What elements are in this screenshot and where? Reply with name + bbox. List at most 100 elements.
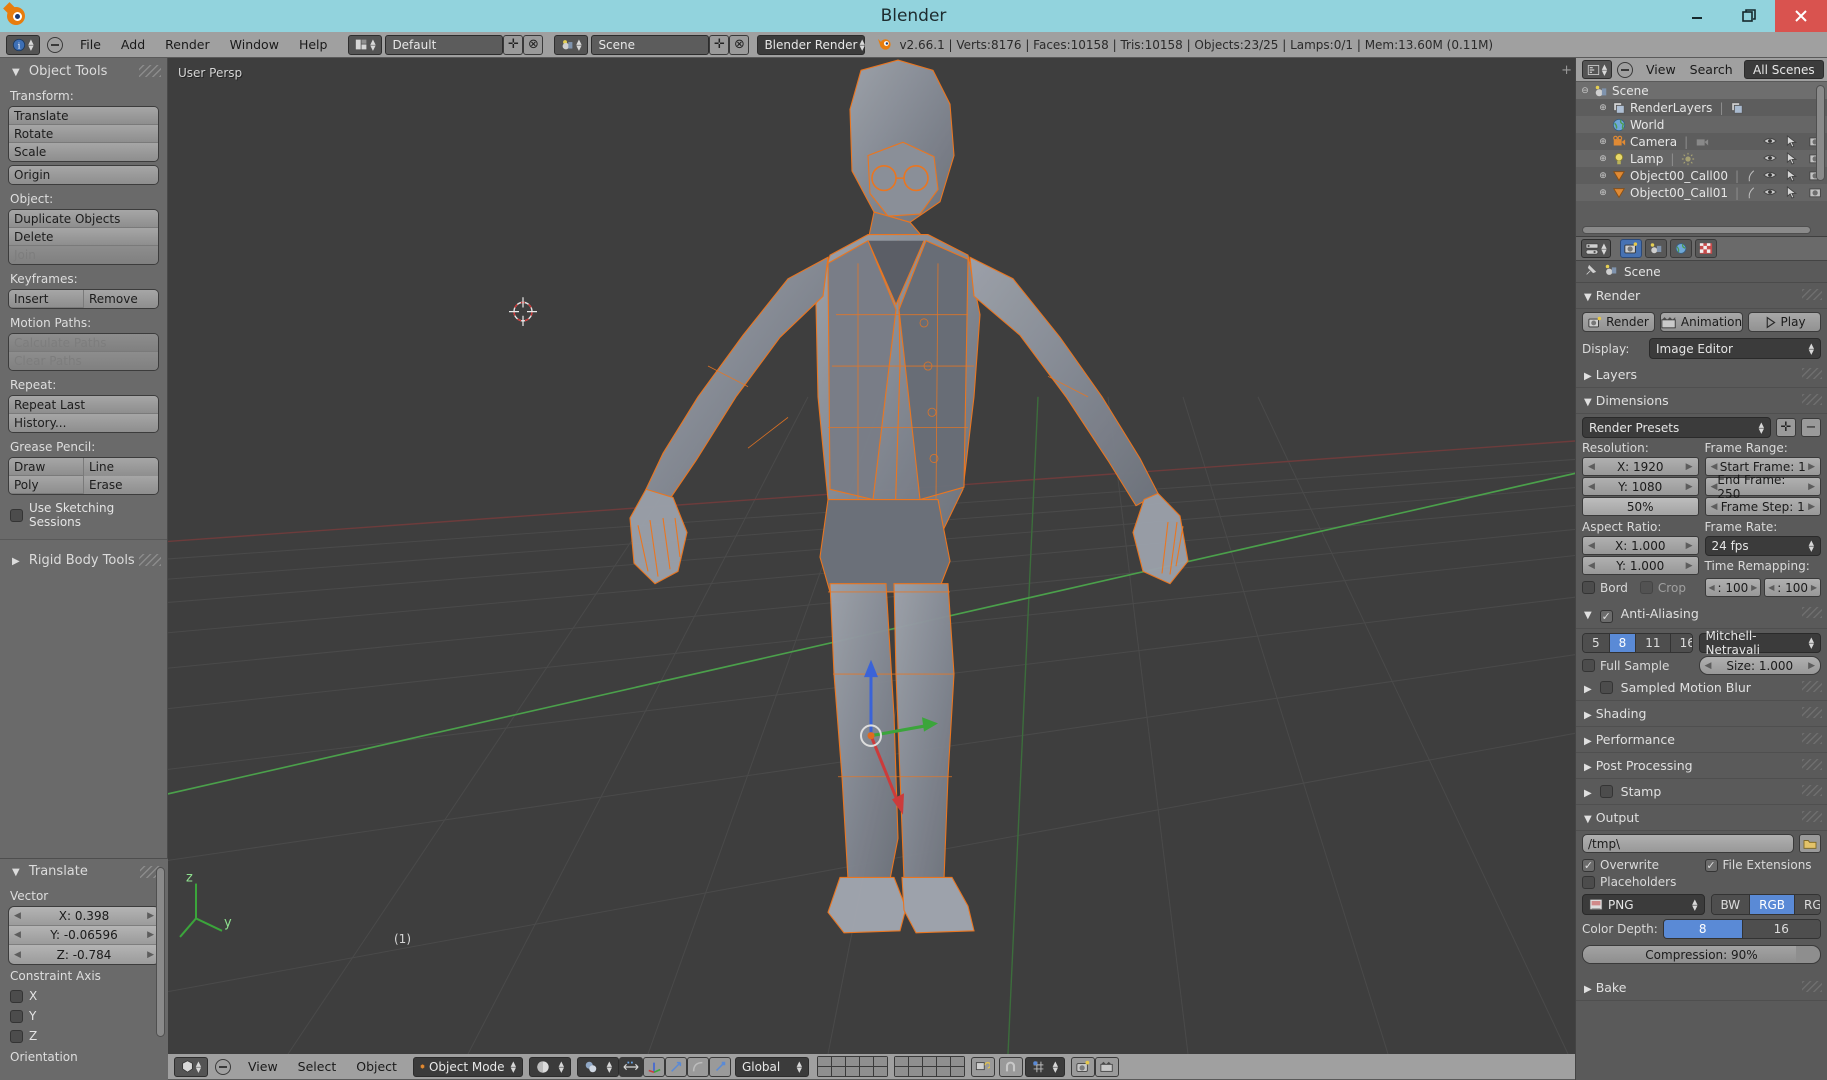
remove-keyframe-button[interactable]: Remove <box>84 290 158 308</box>
decrement-arrow-icon[interactable]: ◀ <box>1588 462 1595 472</box>
mesh-data-icon[interactable] <box>1746 186 1760 200</box>
render-opengl-anim-icon[interactable] <box>1094 1056 1119 1077</box>
constraint-axis-x-checkbox[interactable] <box>10 989 23 1003</box>
editor-type-selector-info[interactable]: i ▲ ▼ <box>6 34 40 55</box>
file-extensions-row[interactable]: File Extensions <box>1704 858 1822 872</box>
decrement-arrow-icon[interactable]: ◀ <box>14 911 21 921</box>
aa-sample-16[interactable]: 16 <box>1670 634 1692 652</box>
viewport-shading-selector[interactable]: ▲ ▼ <box>528 1056 571 1077</box>
panel-shading-header[interactable]: ▶ Shading <box>1576 701 1827 727</box>
rotate-manipulator-icon[interactable] <box>664 1056 687 1077</box>
minimize-button[interactable] <box>1671 0 1723 32</box>
viewport-properties-toggle[interactable]: + <box>1561 63 1572 78</box>
panel-output-header[interactable]: ▼ Output <box>1576 805 1827 831</box>
color-mode-rgb[interactable]: RGB <box>1750 895 1796 914</box>
increment-arrow-icon[interactable]: ▶ <box>1686 561 1693 571</box>
aa-samples-segmented[interactable]: 5 8 11 16 <box>1582 633 1693 653</box>
use-sketching-sessions-checkbox[interactable] <box>10 508 23 522</box>
close-button[interactable] <box>1775 0 1827 32</box>
decrement-arrow-icon[interactable]: ◀ <box>1768 583 1774 592</box>
screen-layout-icon[interactable]: ▲ ▼ <box>348 34 383 55</box>
color-mode-rgba[interactable]: RGBA <box>1795 895 1821 914</box>
increment-arrow-icon[interactable]: ▶ <box>1686 541 1693 551</box>
menu-help[interactable]: Help <box>289 32 338 58</box>
decrement-arrow-icon[interactable]: ◀ <box>1711 502 1718 512</box>
constraint-axis-y-row[interactable]: Y <box>0 1006 168 1026</box>
increment-arrow-icon[interactable]: ▶ <box>1808 502 1815 512</box>
outliner-region[interactable]: ⊖ Scene ⊕ RenderLayers | World ⊕ Camera … <box>1576 82 1827 237</box>
resolution-percentage-slider[interactable]: 50% <box>1582 497 1699 516</box>
tab-scene-properties[interactable] <box>1645 239 1667 258</box>
panel-layers-header[interactable]: ▶ Layers <box>1576 362 1827 388</box>
color-depth-16[interactable]: 16 <box>1742 920 1820 938</box>
screen-layout-field[interactable]: Default <box>385 34 504 55</box>
full-sample-checkbox[interactable] <box>1582 659 1595 672</box>
outliner-row-world[interactable]: World <box>1576 116 1827 133</box>
collapse-menus-button[interactable] <box>47 36 63 53</box>
increment-arrow-icon[interactable]: ▶ <box>1808 482 1815 492</box>
decrement-arrow-icon[interactable]: ◀ <box>1711 462 1718 472</box>
history-button[interactable]: History... <box>9 414 158 432</box>
vector-y-field[interactable]: ◀ Y: -0.06596 ▶ <box>9 926 159 945</box>
decrement-arrow-icon[interactable]: ◀ <box>14 930 21 940</box>
repeat-last-button[interactable]: Repeat Last <box>9 396 158 414</box>
increment-arrow-icon[interactable]: ▶ <box>1686 462 1693 472</box>
selectability-cursor-icon[interactable] <box>1786 151 1800 166</box>
panel-rigid-body-tools-header[interactable]: ▶ Rigid Body Tools <box>0 547 167 574</box>
editor-type-selector-3dview[interactable]: ▲ ▼ <box>174 1056 208 1077</box>
camera-data-icon[interactable] <box>1695 135 1709 149</box>
panel-render-header[interactable]: ▼ Render <box>1576 283 1827 309</box>
aa-sample-11[interactable]: 11 <box>1636 634 1671 652</box>
increment-arrow-icon[interactable]: ▶ <box>1751 583 1757 592</box>
translate-button[interactable]: Translate <box>9 107 158 125</box>
calculate-paths-button[interactable]: Calculate Paths <box>9 334 158 352</box>
increment-arrow-icon[interactable]: ▶ <box>1808 661 1815 671</box>
renderability-camera-icon[interactable] <box>1809 186 1823 200</box>
increment-arrow-icon[interactable]: ▶ <box>147 911 154 921</box>
outliner-scrollbar-vertical[interactable] <box>1816 85 1825 181</box>
decrement-arrow-icon[interactable]: ◀ <box>1588 541 1595 551</box>
resolution-x-field[interactable]: ◀ X: 1920 ▶ <box>1582 457 1699 476</box>
rotate-button[interactable]: Rotate <box>9 125 158 143</box>
tab-texture-properties[interactable] <box>1695 239 1717 258</box>
time-remap-old-field[interactable]: ◀ : 100 ▶ <box>1704 578 1762 597</box>
decrement-arrow-icon[interactable]: ◀ <box>14 950 21 960</box>
panel-post-processing-header[interactable]: ▶ Post Processing <box>1576 753 1827 779</box>
border-checkbox[interactable] <box>1582 581 1595 594</box>
transform-orientation-selector[interactable]: Global ▲ ▼ <box>734 1056 809 1077</box>
crop-checkbox-row[interactable]: Crop <box>1639 581 1686 595</box>
frame-rate-selector[interactable]: 24 fps ▲ ▼ <box>1704 536 1821 556</box>
decrement-arrow-icon[interactable]: ◀ <box>1588 561 1595 571</box>
menu-render[interactable]: Render <box>155 32 220 58</box>
visibility-eye-icon[interactable] <box>1763 152 1777 166</box>
decrement-arrow-icon[interactable]: ◀ <box>1705 661 1712 671</box>
visibility-eye-icon[interactable] <box>1763 169 1777 183</box>
scene-browse-icon[interactable]: ▲ ▼ <box>554 34 589 55</box>
placeholders-row[interactable]: Placeholders <box>1582 875 1699 889</box>
remove-preset-button[interactable]: − <box>1801 418 1821 437</box>
vector-x-field[interactable]: ◀ X: 0.398 ▶ <box>9 907 159 926</box>
renderlayer-datablock-icon[interactable] <box>1730 101 1744 115</box>
frame-step-field[interactable]: ◀ Frame Step: 1 ▶ <box>1704 497 1821 516</box>
constraint-axis-x-row[interactable]: X <box>0 986 168 1006</box>
aspect-x-field[interactable]: ◀ X: 1.000 ▶ <box>1582 536 1699 555</box>
folder-icon[interactable] <box>1799 834 1821 853</box>
pivot-point-selector[interactable]: ▲ ▼ <box>576 1056 619 1077</box>
new-layout-button[interactable]: ✛ <box>503 34 524 55</box>
magnet-icon[interactable] <box>998 1056 1023 1077</box>
render-opengl-icon[interactable] <box>1070 1056 1095 1077</box>
aspect-y-field[interactable]: ◀ Y: 1.000 ▶ <box>1582 556 1699 575</box>
visibility-eye-icon[interactable] <box>1763 186 1777 200</box>
aa-sample-8[interactable]: 8 <box>1609 634 1637 652</box>
gp-draw-button[interactable]: Draw <box>9 458 84 476</box>
manipulator-toggle-button[interactable] <box>618 1056 643 1077</box>
gp-erase-button[interactable]: Erase <box>84 476 158 494</box>
increment-arrow-icon[interactable]: ▶ <box>1808 462 1815 472</box>
compression-slider[interactable]: Compression: 90% <box>1582 945 1821 964</box>
selectability-cursor-icon[interactable] <box>1786 134 1800 149</box>
join-button[interactable]: Join <box>9 246 158 264</box>
3d-viewport[interactable]: z y User Persp (1) + <box>168 58 1575 1054</box>
output-path-field[interactable]: /tmp\ <box>1582 834 1794 853</box>
decrement-arrow-icon[interactable]: ◀ <box>1711 482 1718 492</box>
editor-type-selector-properties[interactable]: ▲ ▼ <box>1581 239 1611 258</box>
